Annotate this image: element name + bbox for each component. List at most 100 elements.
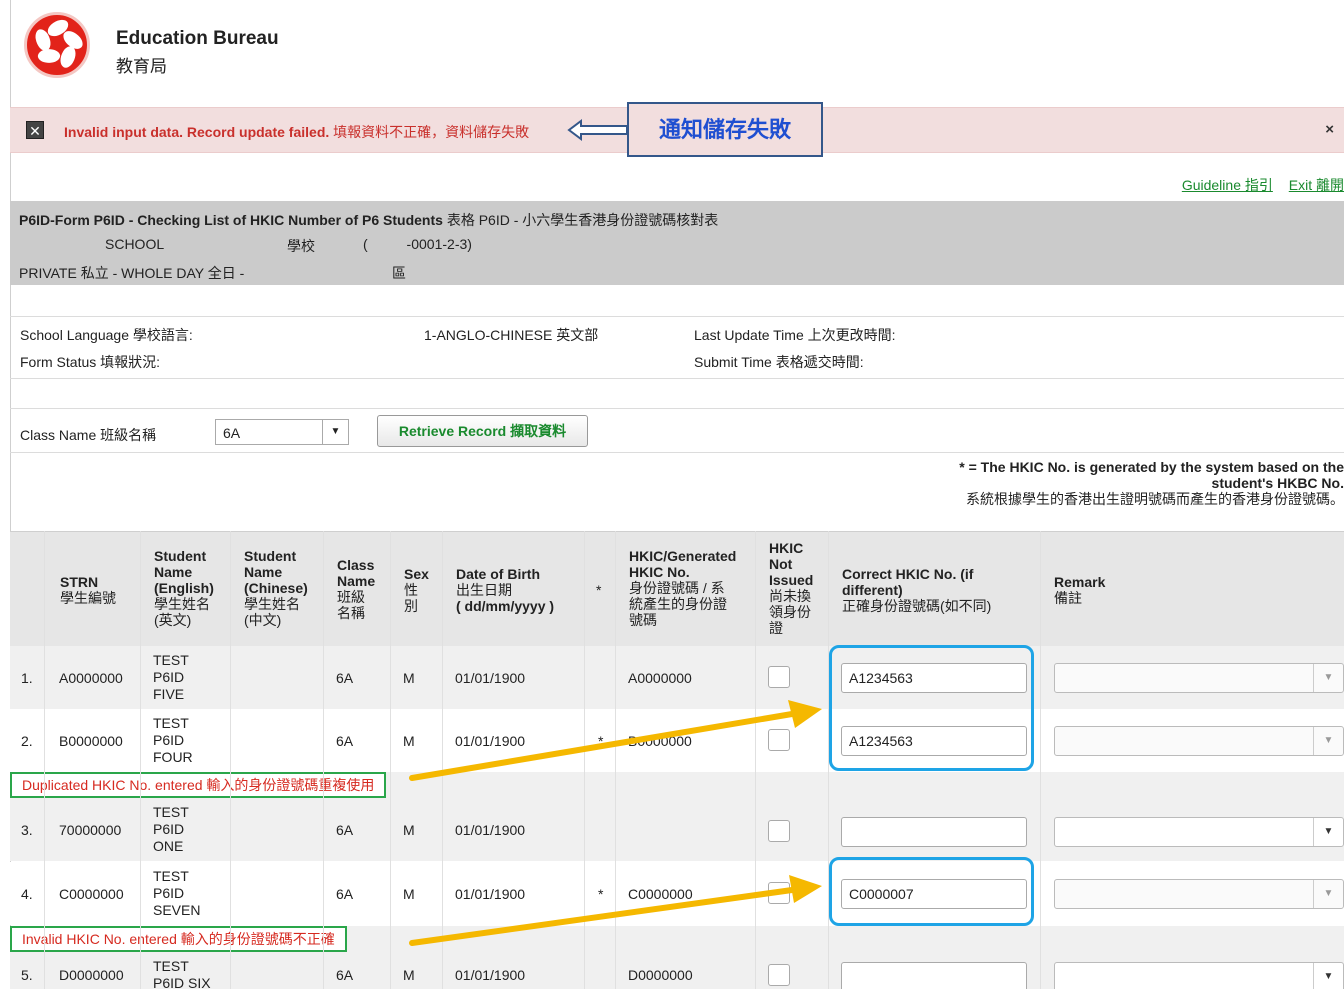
error-message-en: Invalid input data. Record update failed… <box>64 124 330 140</box>
row-dob: 01/01/1900 <box>455 822 526 838</box>
column-divider <box>584 531 585 989</box>
row-sex: M <box>403 967 415 983</box>
hkic-note: * = The HKIC No. is generated by the sys… <box>959 459 1344 507</box>
row-class: 6A <box>336 670 354 686</box>
x-box-icon: ✕ <box>26 121 44 139</box>
row-sex: M <box>403 670 415 686</box>
col-sex: Sex 性別 <box>404 566 429 614</box>
divider <box>10 408 1344 409</box>
column-divider <box>323 531 324 989</box>
col-dob: Date of Birth 出生日期( dd/mm/yyyy ) <box>456 566 555 614</box>
chevron-down-icon[interactable]: ▼ <box>1313 727 1343 755</box>
row-class: 6A <box>336 967 354 983</box>
note-line-1: * = The HKIC No. is generated by the sys… <box>959 459 1344 475</box>
row-strn: 70000000 <box>59 822 122 838</box>
hkic-not-issued-checkbox[interactable] <box>768 729 790 751</box>
close-alert-button[interactable]: × <box>1325 121 1334 138</box>
col-name-zh: Student Name (Chinese) 學生姓名 (中文) <box>244 548 308 628</box>
highlight-box-invalid <box>829 857 1034 926</box>
row-number: 2. <box>21 733 33 749</box>
col-strn: STRN 學生編號 <box>60 574 116 606</box>
form-status-label: Form Status 填報狀況: <box>20 354 161 370</box>
row-error: Duplicated HKIC No. entered 輸入的身份證號碼重複使用 <box>10 772 1344 798</box>
row-dob: 01/01/1900 <box>455 733 526 749</box>
column-divider <box>755 531 756 989</box>
column-divider <box>442 531 443 989</box>
correct-hkic-input[interactable] <box>841 962 1027 989</box>
duplicate-hkic-error: Duplicated HKIC No. entered 輸入的身份證號碼重複使用 <box>10 772 387 798</box>
row-number: 5. <box>21 967 33 983</box>
form-title: P6ID-Form P6ID - Checking List of HKIC N… <box>19 210 718 230</box>
row-sex: M <box>403 886 415 902</box>
school-code: ( -0001-2-3) <box>363 236 472 252</box>
form-header: P6ID-Form P6ID - Checking List of HKIC N… <box>10 201 1344 285</box>
row-hkic: D0000000 <box>628 967 693 983</box>
chevron-down-icon[interactable]: ▼ <box>1313 880 1343 908</box>
submit-time-label: Submit Time 表格遞交時間: <box>694 354 864 370</box>
chevron-down-icon[interactable]: ▼ <box>322 420 348 444</box>
chevron-down-icon[interactable]: ▼ <box>1313 963 1343 989</box>
row-hkic: C0000000 <box>628 886 693 902</box>
col-correct-hkic: Correct HKIC No. (if different) 正確身份證號碼(如不… <box>842 566 992 614</box>
column-divider <box>615 531 616 989</box>
divider <box>10 316 1344 317</box>
row-sex: M <box>403 733 415 749</box>
row-class: 6A <box>336 822 354 838</box>
row-class: 6A <box>336 733 354 749</box>
divider <box>10 378 1344 379</box>
column-divider <box>140 531 141 989</box>
col-name-en: Student Name (English) 學生姓名 (英文) <box>154 548 214 628</box>
row-class: 6A <box>336 886 354 902</box>
row-name-en: TEST P6ID SEVEN <box>153 868 201 918</box>
row-strn: C0000000 <box>59 886 124 902</box>
page: Education Bureau 教育局 ✕ Invalid input dat… <box>0 0 1344 989</box>
chevron-down-icon[interactable]: ▼ <box>1313 664 1343 692</box>
col-hkic: HKIC/Generated HKIC No. 身份證號碼 / 系統產生的身份證 號碼 <box>629 548 737 628</box>
remark-select[interactable]: ▼ <box>1054 663 1344 693</box>
row-dob: 01/01/1900 <box>455 670 526 686</box>
row-error: Invalid HKIC No. entered 輸入的身份證號碼不正確 <box>10 926 1344 952</box>
remark-select[interactable]: ▼ <box>1054 879 1344 909</box>
row-number: 3. <box>21 822 33 838</box>
row-strn: B0000000 <box>59 733 123 749</box>
school-type: PRIVATE 私立 - WHOLE DAY 全日 - <box>19 265 245 281</box>
row-number: 4. <box>21 886 33 902</box>
column-divider <box>230 531 231 989</box>
hksar-logo-icon <box>24 12 90 78</box>
row-star: * <box>598 886 604 902</box>
exit-link[interactable]: Exit 離開 <box>1289 177 1344 193</box>
table-row: 5. D0000000 TEST P6ID SIX 6A M 01/01/1900… <box>10 952 1344 989</box>
guideline-link[interactable]: Guideline 指引 <box>1182 177 1273 193</box>
table-row: 3. 70000000 TEST P6ID ONE 6A M 01/01/1900 … <box>10 798 1344 861</box>
column-divider <box>1040 531 1041 989</box>
hkic-not-issued-checkbox[interactable] <box>768 882 790 904</box>
table-row: 4. C0000000 TEST P6ID SEVEN 6A M 01/01/190… <box>10 862 1344 925</box>
hkic-not-issued-checkbox[interactable] <box>768 964 790 986</box>
row-name-en: TEST P6ID ONE <box>153 804 189 854</box>
retrieve-record-button[interactable]: Retrieve Record 擷取資料 <box>377 415 588 447</box>
correct-hkic-input[interactable] <box>841 817 1027 847</box>
highlight-box-duplicate <box>829 645 1034 771</box>
col-remark: Remark 備註 <box>1054 574 1106 606</box>
class-name-select[interactable]: 6A ▼ <box>215 419 349 445</box>
remark-select[interactable]: ▼ <box>1054 726 1344 756</box>
row-strn: D0000000 <box>59 967 124 983</box>
row-star: * <box>598 733 604 749</box>
language-label: School Language 學校語言: <box>20 327 193 343</box>
row-name-en: TEST P6ID FOUR <box>153 715 193 765</box>
invalid-hkic-error: Invalid HKIC No. entered 輸入的身份證號碼不正確 <box>10 926 347 952</box>
hkic-not-issued-checkbox[interactable] <box>768 666 790 688</box>
error-message-zh: 填報資料不正確，資料儲存失敗 <box>333 124 530 140</box>
chevron-down-icon[interactable]: ▼ <box>1313 818 1343 846</box>
row-hkic: A0000000 <box>628 670 692 686</box>
top-links: Guideline 指引 Exit 離開 <box>1170 175 1344 195</box>
row-name-en: TEST P6ID FIVE <box>153 652 189 702</box>
col-star: * <box>596 582 602 598</box>
note-line-2: student's HKBC No. <box>1211 475 1344 491</box>
class-name-value: 6A <box>223 425 241 441</box>
remark-select[interactable]: ▼ <box>1054 962 1344 989</box>
hkic-not-issued-checkbox[interactable] <box>768 820 790 842</box>
remark-select[interactable]: ▼ <box>1054 817 1344 847</box>
column-divider <box>390 531 391 989</box>
language-value: 1-ANGLO-CHINESE 英文部 <box>424 327 599 343</box>
